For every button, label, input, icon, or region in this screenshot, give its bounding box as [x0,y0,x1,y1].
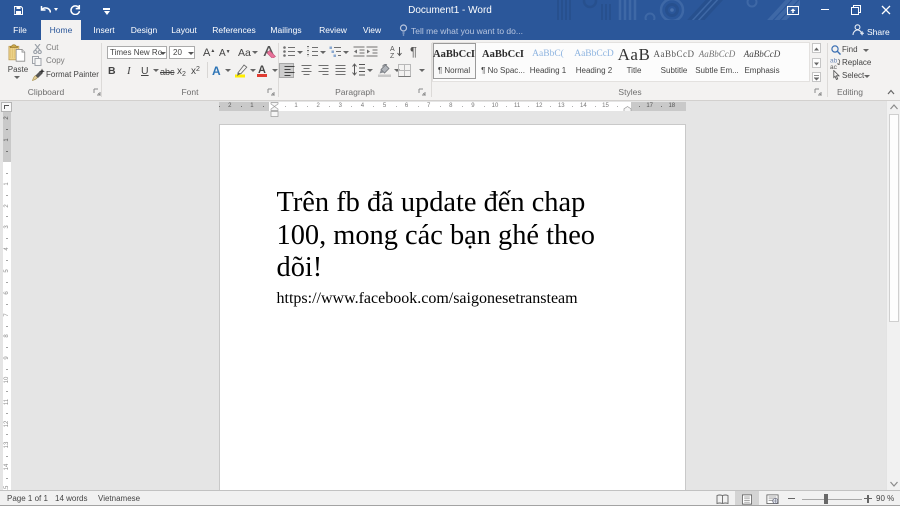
svg-text:ac: ac [830,64,838,69]
